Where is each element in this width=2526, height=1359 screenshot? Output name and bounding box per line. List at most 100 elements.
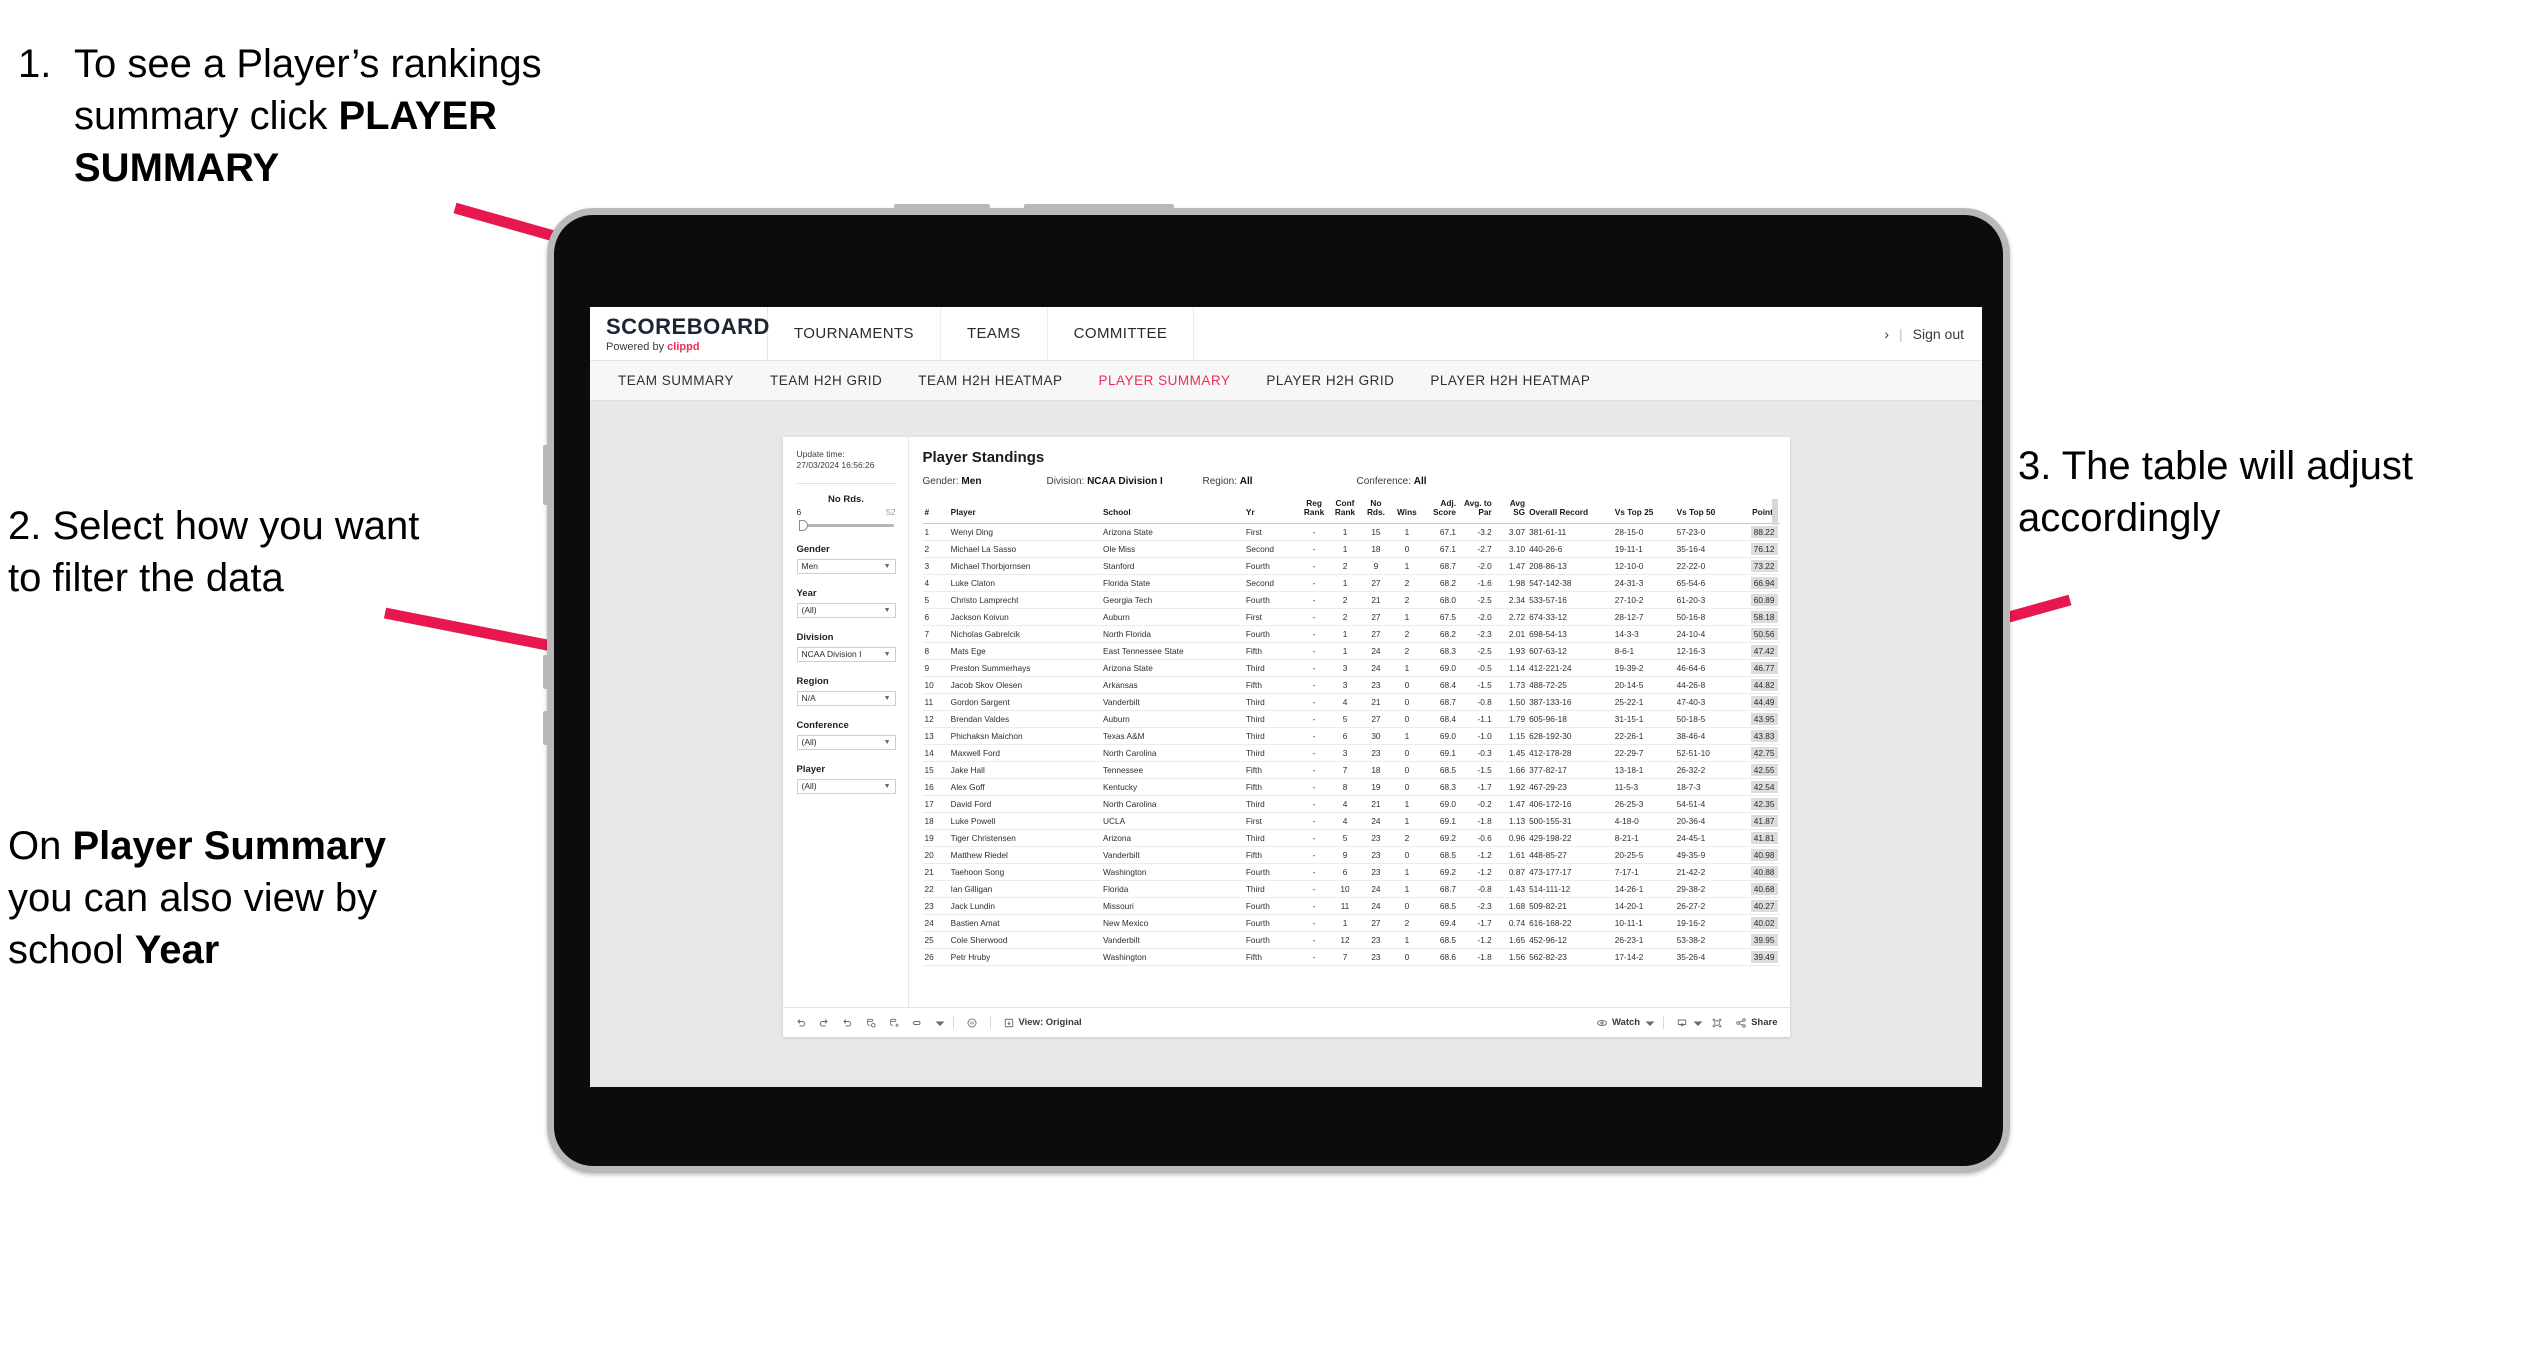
tab-player-h2h-heatmap[interactable]: PLAYER H2H HEATMAP	[1412, 361, 1608, 401]
cell-atp: -0.5	[1458, 659, 1494, 677]
table-row[interactable]: 8 Mats Ege East Tennessee State Fifth -1 24 2 6…	[922, 642, 1780, 660]
col-vs-top-50[interactable]: Vs Top 50	[1674, 499, 1737, 524]
col-player[interactable]: Player	[948, 499, 1102, 524]
table-row[interactable]: 17 David Ford North Carolina Third -4 21 1 69.0…	[922, 795, 1780, 813]
tab-team-h2h-grid[interactable]: TEAM H2H GRID	[752, 361, 900, 401]
vertical-scrollbar[interactable]	[1771, 499, 1778, 525]
cell-t25: 19-39-2	[1612, 659, 1675, 677]
filter-player-select[interactable]: (All) ▼	[796, 778, 896, 794]
col-avg-to-par[interactable]: Avg. to Par	[1458, 499, 1494, 524]
cell-player: Tiger Christensen	[948, 829, 1102, 847]
table-row[interactable]: 15 Jake Hall Tennessee Fifth -7 18 0 68.5 -1.5 1.…	[922, 761, 1780, 779]
col-year[interactable]: Yr	[1243, 499, 1299, 524]
cell-school: Arizona State	[1101, 659, 1244, 677]
fullscreen-icon[interactable]	[1711, 1017, 1723, 1029]
nav-item-teams[interactable]: TEAMS	[941, 307, 1048, 360]
tab-team-h2h-heatmap[interactable]: TEAM H2H HEATMAP	[900, 361, 1080, 401]
table-row[interactable]: 14 Maxwell Ford North Carolina Third -3 23 0 69…	[922, 744, 1780, 762]
col-avg-sg[interactable]: Avg SG	[1493, 499, 1528, 524]
cell-yr: Fourth	[1243, 863, 1299, 881]
table-row[interactable]: 20 Matthew Riedel Vanderbilt Fifth -9 23 0 68.5…	[922, 846, 1780, 864]
table-row[interactable]: 13 Phichaksn Maichon Texas A&M Third -6 30 1 69…	[922, 727, 1780, 745]
undo-icon[interactable]	[795, 1017, 807, 1029]
tab-player-summary[interactable]: PLAYER SUMMARY	[1081, 361, 1249, 401]
subheader-region: Region: All	[1203, 476, 1351, 487]
cell-t50: 50-16-8	[1674, 608, 1737, 626]
cell-adj: 69.4	[1422, 914, 1459, 932]
col-overall-record[interactable]: Overall Record	[1527, 499, 1613, 524]
table-row[interactable]: 9 Preston Summerhays Arizona State Third -3 2…	[922, 659, 1780, 677]
nav-item-committee[interactable]: COMMITTEE	[1048, 307, 1195, 360]
table-row[interactable]: 11 Gordon Sargent Vanderbilt Third -4 21 0 68.7…	[922, 693, 1780, 711]
col-school[interactable]: School	[1101, 499, 1244, 524]
table-row[interactable]: 3 Michael Thorbjornsen Stanford Fourth -2 9 1 6…	[922, 557, 1780, 575]
table-row[interactable]: 19 Tiger Christensen Arizona Third -5 23 2 69.2…	[922, 829, 1780, 847]
nav-item-tournaments[interactable]: TOURNAMENTS	[768, 307, 941, 360]
table-row[interactable]: 21 Taehoon Song Washington Fourth -6 23 1 69.2-…	[922, 863, 1780, 881]
cell-yr: Fifth	[1243, 778, 1299, 796]
filter-gender-label: Gender	[796, 543, 830, 555]
view-original-button[interactable]: View: Original	[1003, 1017, 1082, 1029]
brand-logo[interactable]: SCOREBOARD Powered by clippd	[590, 307, 769, 360]
chevron-down-icon	[1692, 1017, 1703, 1029]
chevron-down-icon[interactable]	[934, 1017, 944, 1029]
cell-adj: 68.4	[1422, 710, 1459, 728]
col-rank[interactable]: #	[922, 499, 949, 524]
table-row[interactable]: 23 Jack Lundin Missouri Fourth -11 24 0 68.5 -2.…	[922, 897, 1780, 915]
cell-t50: 38-46-4	[1674, 727, 1737, 745]
filter-year-select[interactable]: (All) ▼	[796, 602, 896, 618]
filter-division-select[interactable]: NCAA Division I ▼	[796, 646, 896, 662]
cell-school: Georgia Tech	[1101, 591, 1244, 609]
tab-team-summary[interactable]: TEAM SUMMARY	[600, 361, 752, 401]
pause-auto-updates-icon[interactable]	[966, 1017, 978, 1029]
filter-gender-select[interactable]: Men ▼	[796, 558, 896, 574]
cell-t25: 4-18-0	[1612, 812, 1675, 830]
table-row[interactable]: 5 Christo Lamprecht Georgia Tech Fourth -2 21…	[922, 591, 1780, 609]
table-row[interactable]: 1 Wenyi Ding Arizona State First -1 15 1 67.1 -3…	[922, 523, 1780, 541]
sign-out-link[interactable]: Sign out	[1913, 326, 1964, 342]
table-row[interactable]: 4 Luke Claton Florida State Second -1 27 2 68.2…	[922, 574, 1780, 592]
col-conf-rank[interactable]: Conf Rank	[1329, 499, 1361, 524]
table-row[interactable]: 10 Jacob Skov Olesen Arkansas Fifth -3 23 0 68.…	[922, 676, 1780, 694]
redo-icon[interactable]	[818, 1017, 830, 1029]
pause-data-icon[interactable]	[888, 1017, 900, 1029]
cell-school: Stanford	[1101, 557, 1244, 575]
table-row[interactable]: 26 Petr Hruby Washington Fifth -7 23 0 68.6 -1.8…	[922, 948, 1780, 966]
col-vs-top-25[interactable]: Vs Top 25	[1612, 499, 1675, 524]
filter-conference-select[interactable]: (All) ▼	[796, 734, 896, 750]
watch-button[interactable]: Watch	[1596, 1017, 1655, 1029]
chevron-right-icon[interactable]: ›	[1884, 326, 1889, 342]
cell-sg: 3.07	[1493, 523, 1528, 541]
tab-player-h2h-grid[interactable]: PLAYER H2H GRID	[1248, 361, 1412, 401]
cell-yr: Fifth	[1243, 846, 1299, 864]
col-wins[interactable]: Wins	[1391, 499, 1423, 524]
share-button[interactable]: Share	[1735, 1017, 1778, 1029]
cell-sg: 3.10	[1493, 540, 1528, 558]
col-adj-score[interactable]: Adj. Score	[1422, 499, 1459, 524]
filter-region-select[interactable]: N/A ▼	[796, 690, 896, 706]
cell-school: North Carolina	[1101, 744, 1244, 762]
subheader-conference: Conference: All	[1357, 476, 1427, 487]
table-row[interactable]: 18 Luke Powell UCLA First -4 24 1 69.1 -1.8 1.13 5…	[922, 812, 1780, 830]
col-no-rounds[interactable]: No Rds.	[1360, 499, 1392, 524]
slider-handle[interactable]	[798, 519, 808, 531]
table-row[interactable]: 22 Ian Gilligan Florida Third -10 24 1 68.7 -0.8…	[922, 880, 1780, 898]
table-row[interactable]: 2 Michael La Sasso Ole Miss Second -1 18 0 67.1…	[922, 540, 1780, 558]
cell-conf: 8	[1329, 778, 1361, 796]
download-button[interactable]	[1676, 1017, 1703, 1029]
table-row[interactable]: 24 Bastien Amat New Mexico Fourth -1 27 2 69.4-…	[922, 914, 1780, 932]
revert-icon[interactable]	[841, 1017, 853, 1029]
table-row[interactable]: 16 Alex Goff Kentucky Fifth -8 19 0 68.3 -1.7 1.9…	[922, 778, 1780, 796]
table-row[interactable]: 25 Cole Sherwood Vanderbilt Fourth -12 23 1 68.…	[922, 931, 1780, 949]
col-reg-rank[interactable]: Reg Rank	[1298, 499, 1330, 524]
cell-rank: 15	[922, 761, 949, 779]
table-row[interactable]: 6 Jackson Koivun Auburn First -2 27 1 67.5 -2.0 2…	[922, 608, 1780, 626]
cell-nords: 23	[1360, 829, 1392, 847]
cell-player: Wenyi Ding	[948, 523, 1102, 541]
slider-track[interactable]	[797, 519, 896, 531]
table-row[interactable]: 12 Brendan Valdes Auburn Third -5 27 0 68.4 -1.1…	[922, 710, 1780, 728]
highlight-icon[interactable]	[911, 1017, 923, 1029]
cell-nords: 21	[1360, 591, 1392, 609]
refresh-data-icon[interactable]	[865, 1017, 877, 1029]
table-row[interactable]: 7 Nicholas Gabrelcik North Florida Fourth -1…	[922, 625, 1780, 643]
